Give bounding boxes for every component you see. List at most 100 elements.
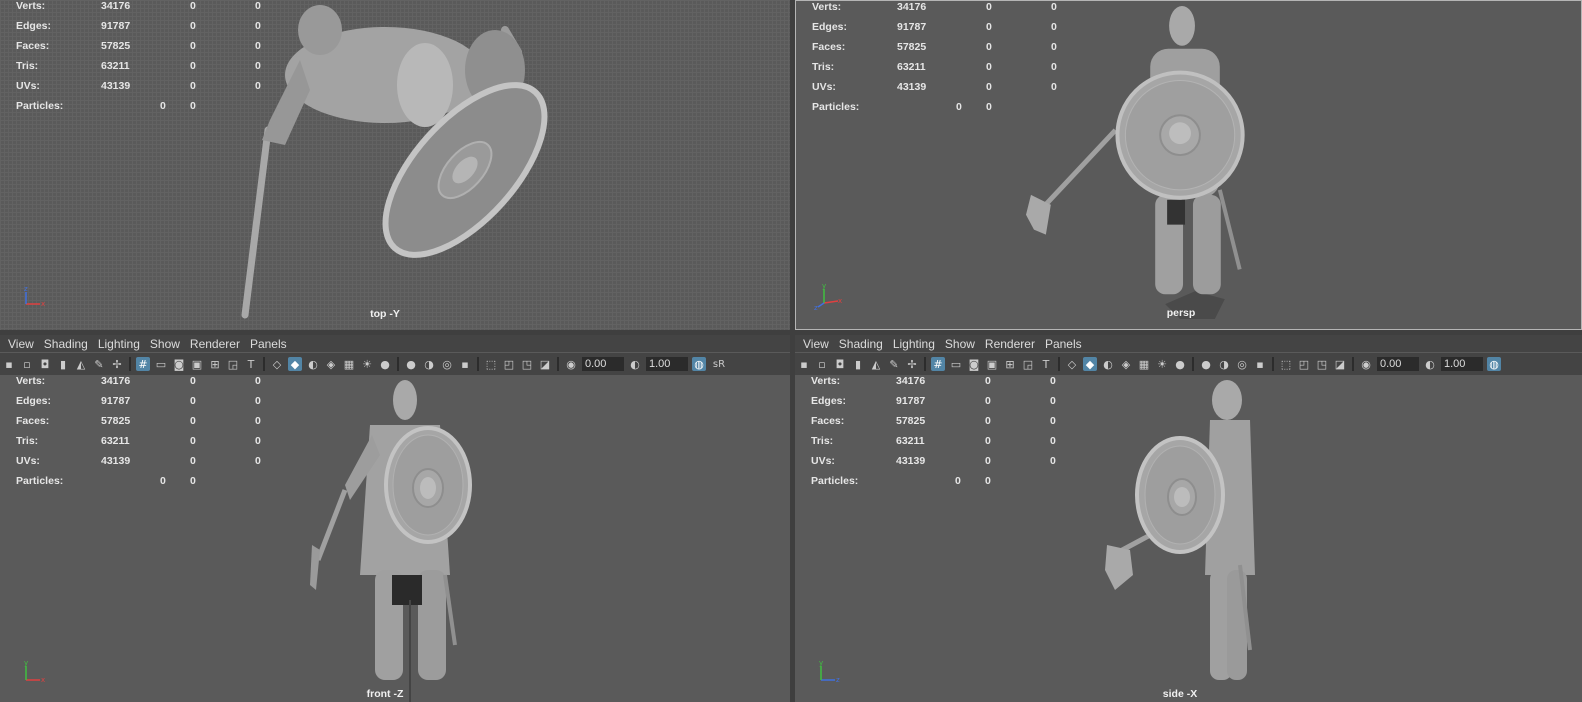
safe-title-icon[interactable]: T bbox=[1039, 357, 1053, 371]
smooth-shade-icon[interactable]: ◆ bbox=[1083, 357, 1097, 371]
gate-mask-icon[interactable]: ▣ bbox=[985, 357, 999, 371]
camera-icon[interactable]: ▪ bbox=[2, 357, 16, 371]
film-gate-icon[interactable]: ▭ bbox=[154, 357, 168, 371]
gate-mask-icon[interactable]: ▣ bbox=[190, 357, 204, 371]
svg-text:y: y bbox=[819, 659, 823, 667]
field-chart-icon[interactable]: ⊞ bbox=[1003, 357, 1017, 371]
menu-renderer[interactable]: Renderer bbox=[985, 337, 1035, 351]
depth-of-field-icon[interactable]: ▪ bbox=[458, 357, 472, 371]
camera-icon[interactable]: ▪ bbox=[797, 357, 811, 371]
xray-active-icon[interactable]: ◪ bbox=[1333, 357, 1347, 371]
menu-view[interactable]: View bbox=[803, 337, 829, 351]
safe-action-icon[interactable]: ◲ bbox=[226, 357, 240, 371]
xray-joints-icon[interactable]: ◳ bbox=[1315, 357, 1329, 371]
textured-icon[interactable]: ▦ bbox=[342, 357, 356, 371]
lights-icon[interactable]: ☀ bbox=[360, 357, 374, 371]
textured-icon[interactable]: ▦ bbox=[1137, 357, 1151, 371]
grid-icon[interactable]: # bbox=[931, 357, 945, 371]
field-chart-icon[interactable]: ⊞ bbox=[208, 357, 222, 371]
smooth-shade-icon[interactable]: ◆ bbox=[288, 357, 302, 371]
screen-space-ao-icon[interactable]: ● bbox=[404, 357, 418, 371]
isolate-select-icon[interactable]: ⬚ bbox=[484, 357, 498, 371]
hud-stats: Verts: 34176 0 0 Edges: 91787 0 0 Faces: 57825 0… bbox=[16, 375, 261, 487]
hud-stats: Verts: 34176 0 0 Edges: 91787 0 0 Faces: 57825 0… bbox=[811, 375, 1056, 487]
grease-pencil-icon[interactable]: ✎ bbox=[92, 357, 106, 371]
menu-panels[interactable]: Panels bbox=[250, 337, 287, 351]
viewport-top[interactable]: Verts: 34176 0 0 Edges: 91787 0 0 Faces: 57825 0… bbox=[0, 0, 790, 330]
gamma-field[interactable] bbox=[646, 357, 688, 371]
viewport-canvas[interactable]: Verts: 34176 0 0 Edges: 91787 0 0 Faces: 57825 0… bbox=[0, 375, 790, 702]
svg-text:y: y bbox=[24, 659, 28, 667]
xray-icon[interactable]: ◰ bbox=[1297, 357, 1311, 371]
resolution-gate-icon[interactable]: ◙ bbox=[172, 357, 186, 371]
gamma-icon[interactable]: ◐ bbox=[628, 357, 642, 371]
menu-lighting[interactable]: Lighting bbox=[98, 337, 140, 351]
color-management-icon[interactable]: ◍ bbox=[692, 357, 706, 371]
camera-lock-icon[interactable]: ◘ bbox=[833, 357, 847, 371]
exposure-field[interactable] bbox=[582, 357, 624, 371]
menu-show[interactable]: Show bbox=[150, 337, 180, 351]
gamma-field[interactable] bbox=[1441, 357, 1483, 371]
depth-of-field-icon[interactable]: ▪ bbox=[1253, 357, 1267, 371]
image-plane-icon[interactable]: ◭ bbox=[869, 357, 883, 371]
viewport-canvas[interactable]: Verts: 34176 0 0 Edges: 91787 0 0 Faces: 57825 0… bbox=[796, 1, 1581, 329]
motion-blur-icon[interactable]: ◑ bbox=[422, 357, 436, 371]
exposure-icon[interactable]: ◉ bbox=[1359, 357, 1373, 371]
viewport-front[interactable]: View Shading Lighting Show Renderer Pane… bbox=[0, 335, 790, 702]
bookmark-icon[interactable]: ▮ bbox=[56, 357, 70, 371]
film-gate-icon[interactable]: ▭ bbox=[949, 357, 963, 371]
srgb-button[interactable]: sR bbox=[710, 357, 728, 371]
wireframe-icon[interactable]: ◇ bbox=[1065, 357, 1079, 371]
default-material-icon[interactable]: ◐ bbox=[306, 357, 320, 371]
wireframe-icon[interactable]: ◇ bbox=[270, 357, 284, 371]
viewport-persp[interactable]: Verts: 34176 0 0 Edges: 91787 0 0 Faces: 57825 0… bbox=[795, 0, 1582, 330]
maya-quad-view: Verts: 34176 0 0 Edges: 91787 0 0 Faces: 57825 0… bbox=[0, 0, 1582, 702]
svg-text:z: z bbox=[24, 285, 28, 293]
shadows-icon[interactable]: ● bbox=[378, 357, 392, 371]
exposure-field[interactable] bbox=[1377, 357, 1419, 371]
camera-label: top -Y bbox=[370, 308, 400, 320]
bookmark-icon[interactable]: ▮ bbox=[851, 357, 865, 371]
wireframe-on-shaded-icon[interactable]: ◈ bbox=[1119, 357, 1133, 371]
menu-renderer[interactable]: Renderer bbox=[190, 337, 240, 351]
viewport-canvas[interactable]: Verts: 34176 0 0 Edges: 91787 0 0 Faces: 57825 0… bbox=[795, 375, 1582, 702]
select-tool-icon[interactable]: ✢ bbox=[905, 357, 919, 371]
svg-text:z: z bbox=[814, 304, 818, 311]
xray-icon[interactable]: ◰ bbox=[502, 357, 516, 371]
lights-icon[interactable]: ☀ bbox=[1155, 357, 1169, 371]
select-tool-icon[interactable]: ✢ bbox=[110, 357, 124, 371]
color-management-icon[interactable]: ◍ bbox=[1487, 357, 1501, 371]
menu-show[interactable]: Show bbox=[945, 337, 975, 351]
isolate-select-icon[interactable]: ⬚ bbox=[1279, 357, 1293, 371]
grease-pencil-icon[interactable]: ✎ bbox=[887, 357, 901, 371]
menu-panels[interactable]: Panels bbox=[1045, 337, 1082, 351]
screen-space-ao-icon[interactable]: ● bbox=[1199, 357, 1213, 371]
safe-action-icon[interactable]: ◲ bbox=[1021, 357, 1035, 371]
viewport-side[interactable]: View Shading Lighting Show Renderer Pane… bbox=[795, 335, 1582, 702]
exposure-icon[interactable]: ◉ bbox=[564, 357, 578, 371]
menu-shading[interactable]: Shading bbox=[839, 337, 883, 351]
default-material-icon[interactable]: ◐ bbox=[1101, 357, 1115, 371]
hud-stats: Verts: 34176 0 0 Edges: 91787 0 0 Faces: 57825 0… bbox=[812, 1, 1057, 113]
camera-attributes-icon[interactable]: ▫ bbox=[20, 357, 34, 371]
multisample-icon[interactable]: ◎ bbox=[1235, 357, 1249, 371]
xray-active-icon[interactable]: ◪ bbox=[538, 357, 552, 371]
camera-lock-icon[interactable]: ◘ bbox=[38, 357, 52, 371]
viewport-canvas[interactable]: Verts: 34176 0 0 Edges: 91787 0 0 Faces: 57825 0… bbox=[0, 0, 790, 330]
menu-shading[interactable]: Shading bbox=[44, 337, 88, 351]
gamma-icon[interactable]: ◐ bbox=[1423, 357, 1437, 371]
multisample-icon[interactable]: ◎ bbox=[440, 357, 454, 371]
menu-view[interactable]: View bbox=[8, 337, 34, 351]
xray-joints-icon[interactable]: ◳ bbox=[520, 357, 534, 371]
axis-gizmo-icon: x z bbox=[24, 285, 45, 308]
camera-attributes-icon[interactable]: ▫ bbox=[815, 357, 829, 371]
shadows-icon[interactable]: ● bbox=[1173, 357, 1187, 371]
image-plane-icon[interactable]: ◭ bbox=[74, 357, 88, 371]
grid-icon[interactable]: # bbox=[136, 357, 150, 371]
resolution-gate-icon[interactable]: ◙ bbox=[967, 357, 981, 371]
motion-blur-icon[interactable]: ◑ bbox=[1217, 357, 1231, 371]
panel-menubar: View Shading Lighting Show Renderer Pane… bbox=[0, 335, 790, 352]
safe-title-icon[interactable]: T bbox=[244, 357, 258, 371]
wireframe-on-shaded-icon[interactable]: ◈ bbox=[324, 357, 338, 371]
menu-lighting[interactable]: Lighting bbox=[893, 337, 935, 351]
